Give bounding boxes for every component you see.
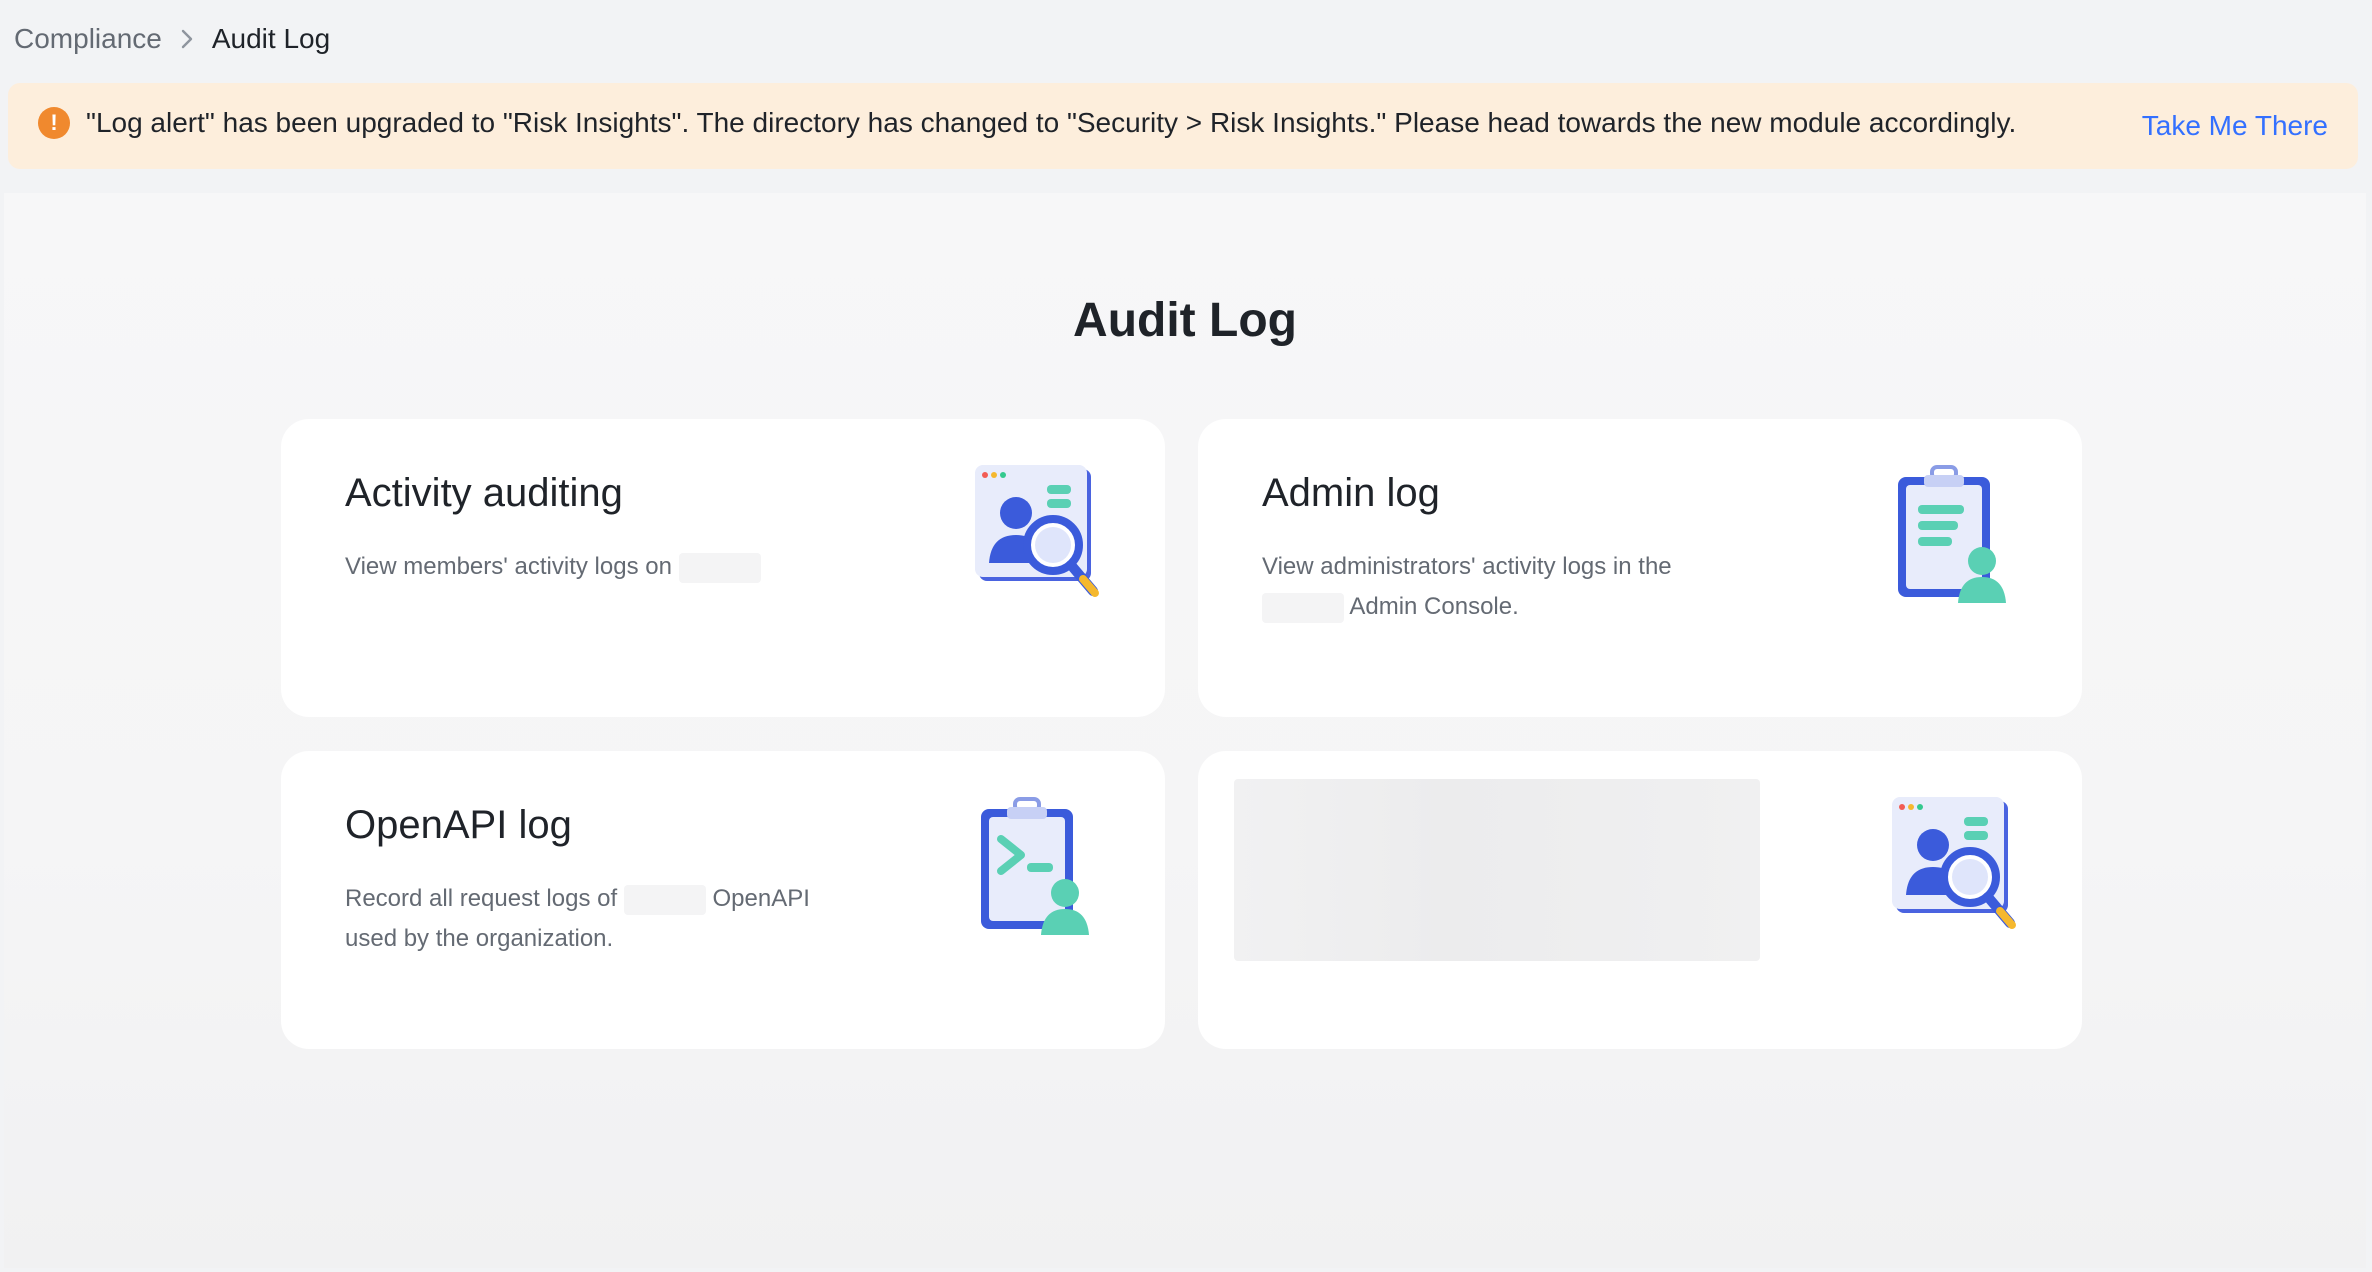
card-description-text-2: Admin Console. <box>1349 593 1519 620</box>
redacted-log-card[interactable] <box>1198 751 2082 1049</box>
card-description: View administrators' activity logs in th… <box>1262 547 1762 627</box>
redacted-product-name <box>623 884 706 915</box>
card-title: Admin log <box>1262 471 1440 515</box>
clipboard-terminal-icon <box>971 795 1111 945</box>
breadcrumb-compliance-link[interactable]: Compliance <box>14 23 162 55</box>
upgrade-alert-banner: ! "Log alert" has been upgraded to "Risk… <box>8 83 2358 169</box>
card-description-text: View members' activity logs on <box>345 553 672 580</box>
redacted-product-name <box>678 552 761 583</box>
card-title: Activity auditing <box>345 471 623 515</box>
card-description-text: Record all request logs of <box>345 885 618 912</box>
breadcrumb: Compliance Audit Log <box>14 18 330 60</box>
redacted-content <box>1234 779 1760 961</box>
alert-message: "Log alert" has been upgraded to "Risk I… <box>86 107 2017 138</box>
card-description-text: View administrators' activity logs in th… <box>1262 553 1672 580</box>
card-title: OpenAPI log <box>345 803 572 847</box>
redacted-product-name <box>1262 592 1344 623</box>
card-description: Record all request logs of OpenAPI used … <box>345 879 845 959</box>
warning-icon: ! <box>38 107 70 139</box>
card-description: View members' activity logs on <box>345 547 845 587</box>
take-me-there-link[interactable]: Take Me There <box>2142 110 2328 142</box>
chevron-right-icon <box>176 28 198 50</box>
clipboard-user-icon <box>1888 463 2028 613</box>
main-panel: Audit Log Activity auditing View members… <box>4 193 2366 1268</box>
breadcrumb-current: Audit Log <box>211 23 331 54</box>
openapi-log-card[interactable]: OpenAPI log Record all request logs of O… <box>281 751 1165 1049</box>
profile-magnifier-icon <box>1888 795 2028 945</box>
profile-magnifier-icon <box>971 463 1111 613</box>
page: Compliance Audit Log ! "Log alert" has b… <box>0 0 2372 1272</box>
admin-log-card[interactable]: Admin log View administrators' activity … <box>1198 419 2082 717</box>
activity-auditing-card[interactable]: Activity auditing View members' activity… <box>281 419 1165 717</box>
page-title: Audit Log <box>1073 294 1297 347</box>
